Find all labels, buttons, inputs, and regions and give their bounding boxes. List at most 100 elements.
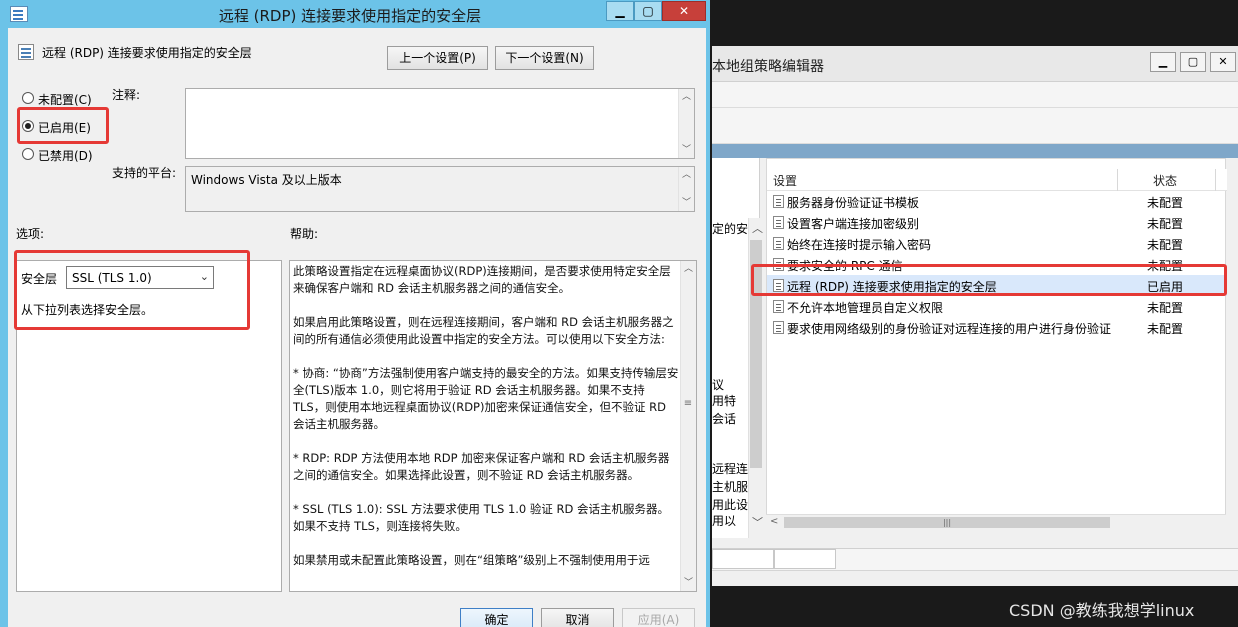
scroll-down-icon[interactable]: ﹀ bbox=[752, 514, 763, 530]
options-panel: 安全层 SSL (TLS 1.0) ⌄ 从下拉列表选择安全层。 bbox=[16, 260, 282, 592]
scroll-grip-icon[interactable]: ≡ bbox=[682, 398, 694, 409]
scroll-down-icon[interactable]: ﹀ bbox=[679, 143, 694, 157]
scroll-up-icon[interactable]: ︿ bbox=[679, 90, 694, 104]
chevron-down-icon[interactable]: ⌄ bbox=[200, 270, 209, 283]
policy-name: 设置客户端连接加密级别 bbox=[787, 217, 920, 231]
tree-partial-text: 会话 bbox=[712, 412, 737, 426]
policy-setting-icon bbox=[773, 195, 784, 208]
scroll-left-icon[interactable]: < bbox=[770, 516, 778, 527]
help-paragraph: * SSL (TLS 1.0): SSL 方法要求使用 TLS 1.0 验证 R… bbox=[293, 502, 670, 533]
radio-button[interactable] bbox=[22, 120, 34, 132]
policy-setting-icon bbox=[773, 300, 784, 313]
policy-setting-icon bbox=[773, 279, 784, 292]
help-paragraph: 此策略设置指定在远程桌面协议(RDP)连接期间，是否要求使用特定安全层来确保客户… bbox=[293, 264, 671, 295]
scroll-down-icon[interactable]: ﹀ bbox=[681, 576, 696, 590]
scroll-up-icon[interactable]: ︿ bbox=[752, 220, 763, 236]
options-hint: 从下拉列表选择安全层。 bbox=[21, 303, 154, 317]
gpedit-menubar bbox=[712, 82, 1238, 108]
help-paragraph: 如果启用此策略设置，则在远程连接期间，客户端和 RD 会话主机服务器之间的所有通… bbox=[293, 315, 674, 346]
gpedit-settings-list: 设置 状态 服务器身份验证证书模板 未配置 设置客户端连接加密级别 未配置 始终在连接时… bbox=[766, 158, 1227, 530]
gpedit-titlebar: 本地组策略编辑器 ▁ ▢ ✕ bbox=[712, 46, 1238, 82]
policy-row[interactable]: 设置客户端连接加密级别 未配置 bbox=[767, 212, 1227, 233]
help-panel: 此策略设置指定在远程桌面协议(RDP)连接期间，是否要求使用特定安全层来确保客户… bbox=[289, 260, 697, 592]
maximize-icon[interactable]: ▢ bbox=[1180, 52, 1206, 72]
close-icon[interactable]: ✕ bbox=[662, 1, 706, 21]
platform-scrollbar[interactable]: ︿ ﹀ bbox=[678, 167, 694, 211]
tree-partial-text: 用以 bbox=[712, 514, 737, 528]
policy-setting-icon bbox=[18, 44, 34, 60]
policy-row[interactable]: 要求安全的 RPC 通信 未配置 bbox=[767, 254, 1227, 275]
radio-label: 已启用(E) bbox=[38, 121, 91, 135]
gpedit-statusbar bbox=[712, 570, 1238, 586]
help-text: 此策略设置指定在远程桌面协议(RDP)连接期间，是否要求使用特定安全层来确保客户… bbox=[293, 263, 679, 586]
scroll-up-icon[interactable]: ︿ bbox=[681, 262, 696, 276]
help-paragraph: * RDP: RDP 方法使用本地 RDP 加密来保证客户端和 RD 会话主机服… bbox=[293, 451, 670, 482]
policy-row[interactable]: 远程 (RDP) 连接要求使用指定的安全层 已启用 bbox=[767, 275, 1227, 296]
policy-state: 未配置 bbox=[1147, 238, 1184, 252]
close-icon[interactable]: ✕ bbox=[1210, 52, 1236, 72]
gpedit-title: 本地组策略编辑器 bbox=[712, 59, 824, 75]
maximize-icon[interactable]: ▢ bbox=[634, 1, 662, 21]
comment-textarea[interactable]: ︿ ﹀ bbox=[185, 88, 695, 159]
radio-label: 已禁用(D) bbox=[38, 149, 93, 163]
policy-name: 服务器身份验证证书模板 bbox=[787, 196, 920, 210]
policy-setting-icon bbox=[773, 237, 784, 250]
radio-button[interactable] bbox=[22, 148, 34, 160]
tree-partial-text: 用特 bbox=[712, 394, 737, 408]
tree-partial-text: 用此设 bbox=[712, 498, 749, 512]
gpedit-toolbar bbox=[712, 108, 1238, 144]
gpedit-tree-pane[interactable]: 定的安全议用特会话远程连主机服用此设用以户端 ︿ ﹀ bbox=[712, 158, 764, 578]
group-policy-editor-window: 本地组策略编辑器 ▁ ▢ ✕ 定的安全议用特会话远程连主机服用此设用以户端 ︿ … bbox=[712, 46, 1238, 586]
platform-value: Windows Vista 及以上版本 bbox=[191, 173, 342, 187]
policy-name: 要求使用网络级别的身份验证对远程连接的用户进行身份验证 bbox=[787, 322, 1112, 336]
comment-scrollbar[interactable]: ︿ ﹀ bbox=[678, 89, 694, 158]
radio-label: 未配置(C) bbox=[38, 93, 92, 107]
policy-setting-icon bbox=[773, 258, 784, 271]
security-layer-label: 安全层 bbox=[21, 272, 58, 286]
dialog-title: 远程 (RDP) 连接要求使用指定的安全层 bbox=[218, 7, 482, 25]
policy-state: 未配置 bbox=[1147, 217, 1184, 231]
policy-setting-icon bbox=[773, 321, 784, 334]
gpedit-view-tabs bbox=[712, 548, 1238, 570]
policy-name: 始终在连接时提示输入密码 bbox=[787, 238, 932, 252]
help-label: 帮助: bbox=[290, 227, 319, 241]
minimize-icon[interactable]: ▁ bbox=[1150, 52, 1176, 72]
list-horizontal-scrollbar[interactable]: < ||| bbox=[766, 514, 1226, 530]
platform-textbox: Windows Vista 及以上版本 ︿ ﹀ bbox=[185, 166, 695, 212]
previous-setting-button[interactable]: 上一个设置(P) bbox=[387, 46, 488, 70]
tree-partial-text: 远程连 bbox=[712, 462, 749, 476]
tab-extended[interactable] bbox=[712, 549, 774, 569]
tree-scroll-thumb[interactable] bbox=[750, 240, 762, 468]
help-scrollbar[interactable]: ︿ ≡ ﹀ bbox=[680, 261, 696, 591]
tab-standard[interactable] bbox=[774, 549, 836, 569]
comment-label: 注释: bbox=[112, 88, 141, 102]
policy-state: 未配置 bbox=[1147, 259, 1184, 273]
dialog-body: 远程 (RDP) 连接要求使用指定的安全层 上一个设置(P) 下一个设置(N) … bbox=[8, 28, 706, 627]
policy-state: 未配置 bbox=[1147, 301, 1184, 315]
radio-button[interactable] bbox=[22, 92, 34, 104]
policy-name: 远程 (RDP) 连接要求使用指定的安全层 bbox=[787, 280, 997, 294]
cancel-button[interactable]: 取消 bbox=[541, 608, 614, 627]
watermark: CSDN @教练我想学linux bbox=[1009, 601, 1195, 620]
policy-row[interactable]: 始终在连接时提示输入密码 未配置 bbox=[767, 233, 1227, 254]
policy-row[interactable]: 服务器身份验证证书模板 未配置 bbox=[767, 191, 1227, 212]
column-setting[interactable]: 设置 bbox=[773, 172, 797, 189]
apply-button[interactable]: 应用(A) bbox=[622, 608, 695, 627]
scroll-down-icon[interactable]: ﹀ bbox=[679, 196, 694, 210]
setting-name: 远程 (RDP) 连接要求使用指定的安全层 bbox=[42, 46, 252, 60]
policy-state: 未配置 bbox=[1147, 196, 1184, 210]
security-layer-dropdown[interactable]: SSL (TLS 1.0) ⌄ bbox=[66, 266, 214, 289]
policy-state: 已启用 bbox=[1147, 280, 1184, 294]
minimize-icon[interactable]: ▁ bbox=[606, 1, 634, 21]
ok-button[interactable]: 确定 bbox=[460, 608, 533, 627]
column-state[interactable]: 状态 bbox=[1153, 172, 1177, 189]
next-setting-button[interactable]: 下一个设置(N) bbox=[495, 46, 594, 70]
policy-setting-dialog: 远程 (RDP) 连接要求使用指定的安全层 ▁ ▢ ✕ 远程 (RDP) 连接要… bbox=[0, 0, 710, 627]
scroll-up-icon[interactable]: ︿ bbox=[679, 168, 694, 182]
list-scroll-thumb[interactable]: ||| bbox=[784, 517, 1110, 528]
policy-row[interactable]: 要求使用网络级别的身份验证对远程连接的用户进行身份验证 未配置 bbox=[767, 317, 1227, 338]
policy-state: 未配置 bbox=[1147, 322, 1184, 336]
tree-partial-text: 主机服 bbox=[712, 480, 749, 494]
policy-row[interactable]: 不允许本地管理员自定义权限 未配置 bbox=[767, 296, 1227, 317]
help-paragraph: * 协商: “协商”方法强制使用客户端支持的最安全的方法。如果支持传输层安全(T… bbox=[293, 366, 679, 431]
